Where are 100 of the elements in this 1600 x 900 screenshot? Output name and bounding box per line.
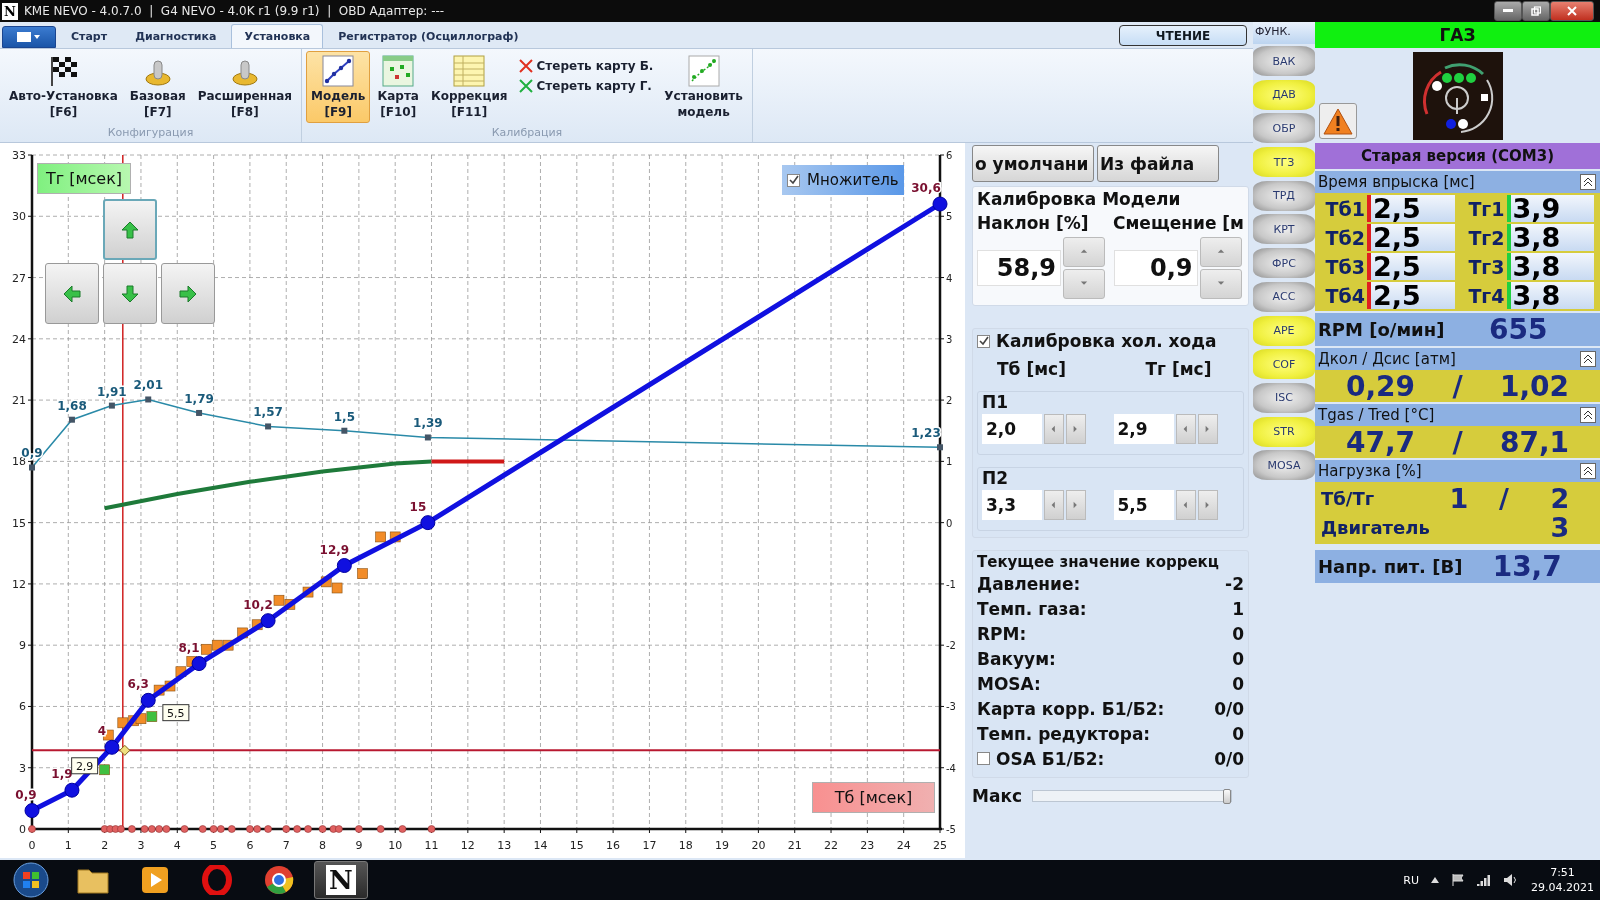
axis-tick-label: 11	[424, 839, 439, 852]
axis-tick-label: 12	[460, 839, 475, 852]
axis-tick-label: 15	[12, 516, 26, 530]
row-label: Темп. газа:	[977, 598, 1087, 619]
load-value: 1	[1448, 484, 1470, 513]
axis-tick-label: 18	[678, 839, 693, 852]
injection-value: 2,5	[1367, 282, 1455, 309]
separator: /	[1451, 369, 1464, 403]
row-value: 0	[1232, 648, 1244, 669]
cylinder-label: Тг3	[1467, 255, 1506, 278]
section-title: Калибровка Модели	[977, 189, 1182, 209]
point-label: 1,57	[253, 405, 283, 420]
window-title: KME NEVO - 4.0.7.0 | G4 NEVO - 4.0K r1 (9.9 r1) | OBD Адаптер: ---	[24, 4, 445, 18]
axis-tick-label: 0	[946, 517, 953, 529]
axis-tick-label: 5	[210, 839, 218, 852]
field-label: Смещение [м	[1113, 213, 1244, 233]
axis-tick-label: 17	[642, 839, 657, 852]
axis-tick-label: 3	[137, 839, 145, 852]
column-header: Тг [мс]	[1144, 359, 1213, 379]
row-label: Вакуум:	[977, 648, 1056, 669]
axis-tick-label: -2	[946, 640, 956, 652]
y-axis-label: Тг [мсек]	[37, 163, 131, 194]
cylinder-label: Тб2	[1324, 226, 1366, 249]
row-value: 0/0	[1214, 748, 1244, 769]
rpm-value: 655	[1487, 313, 1549, 346]
point-label: 1,79	[184, 391, 214, 406]
row-label: OSA Б1/Б2:	[996, 748, 1105, 769]
axis-tick-label: 23	[860, 839, 875, 852]
injection-value: 3,8	[1506, 253, 1594, 280]
point-label: 12,9	[319, 542, 350, 557]
row-label: Темп. редуктора:	[977, 723, 1151, 744]
point-label: 1,5	[333, 409, 355, 424]
point-title: П1	[982, 392, 1010, 412]
data-label: 2,9	[75, 759, 94, 773]
axis-tick-label: 3	[19, 761, 26, 775]
row-value: 0/0	[1214, 698, 1244, 719]
section-title: Tgas / Tred [°C]	[1318, 406, 1435, 424]
reading-value: 0,29	[1344, 369, 1417, 403]
rpm-label: RPM [о/мин]	[1318, 319, 1445, 340]
clock-time: 7:51	[1550, 865, 1575, 880]
axis-tick-label: 12	[12, 577, 26, 591]
axis-tick-label: 25	[933, 839, 947, 852]
voltage-label: Напр. пит. [В]	[1318, 556, 1463, 577]
injection-value: 2,5	[1367, 195, 1455, 222]
value-callout: 2,9	[71, 757, 99, 775]
injection-value: 3,8	[1506, 282, 1594, 309]
cylinder-label: Тг1	[1467, 197, 1506, 220]
axis-tick-label: 6	[19, 700, 26, 714]
axis-tick-label: 24	[896, 839, 911, 852]
clock-date: 29.04.2021	[1531, 880, 1594, 895]
row-label: Давление:	[977, 573, 1081, 594]
axis-tick-label: 14	[533, 839, 548, 852]
axis-tick-label: 0	[19, 823, 26, 836]
point-label: 2,01	[133, 378, 164, 393]
axis-tick-label: -4	[946, 762, 956, 774]
injection-value: 2,5	[1367, 224, 1455, 251]
axis-tick-label: 6	[246, 839, 254, 852]
field-label: Наклон [%]	[977, 213, 1090, 233]
axis-tick-label: 16	[606, 839, 621, 852]
point-label: 15	[409, 499, 427, 514]
axis-tick-label: 6	[946, 150, 953, 161]
axis-tick-label: 27	[12, 271, 26, 285]
row-label: RPM:	[977, 623, 1027, 644]
voltage-value: 13,7	[1491, 550, 1563, 583]
injection-value: 3,9	[1506, 195, 1594, 222]
separator: /	[1498, 484, 1510, 513]
axis-tick-label: 8	[319, 839, 327, 852]
axis-tick-label: 20	[751, 839, 766, 852]
reading-value: 87,1	[1498, 425, 1571, 459]
axis-tick-label: 5	[946, 211, 953, 223]
point-label: 10,2	[243, 597, 273, 612]
app-logo: N	[326, 865, 356, 895]
point-label: 4	[97, 724, 107, 739]
row-value: 0	[1232, 723, 1244, 744]
cylinder-label: Тб1	[1324, 197, 1366, 220]
cylinder-label: Тб4	[1324, 284, 1366, 307]
axis-tick-label: -1	[946, 578, 956, 590]
axis-tick-label: 21	[12, 394, 26, 408]
axis-tick-label: 1	[946, 456, 953, 468]
app-logo: N	[2, 2, 18, 20]
row-value: 0	[1232, 673, 1244, 694]
load-value: 2	[1549, 484, 1571, 513]
row-value: -2	[1225, 573, 1244, 594]
point-label: 6,3	[127, 677, 149, 692]
section-title: Время впрыска [мс]	[1318, 173, 1475, 191]
injection-value: 2,5	[1367, 253, 1455, 280]
separator: /	[1451, 425, 1464, 459]
axis-tick-label: -5	[946, 824, 956, 835]
section-title: Нагрузка [%]	[1318, 462, 1422, 480]
axis-tick-label: 0	[28, 839, 36, 852]
axis-tick-label: 4	[173, 839, 181, 852]
reading-value: 1,02	[1498, 369, 1571, 403]
point-label: 8,1	[178, 640, 200, 655]
load-label: Двигатель	[1321, 517, 1431, 538]
section-title: Дкол / Дсис [атм]	[1318, 350, 1456, 368]
point-label: 1,39	[413, 416, 443, 431]
axis-tick-label: 4	[946, 272, 953, 284]
point-label: 1,9	[51, 767, 73, 782]
slider-label: Макс	[972, 786, 1022, 806]
axis-tick-label: 2	[946, 395, 953, 407]
